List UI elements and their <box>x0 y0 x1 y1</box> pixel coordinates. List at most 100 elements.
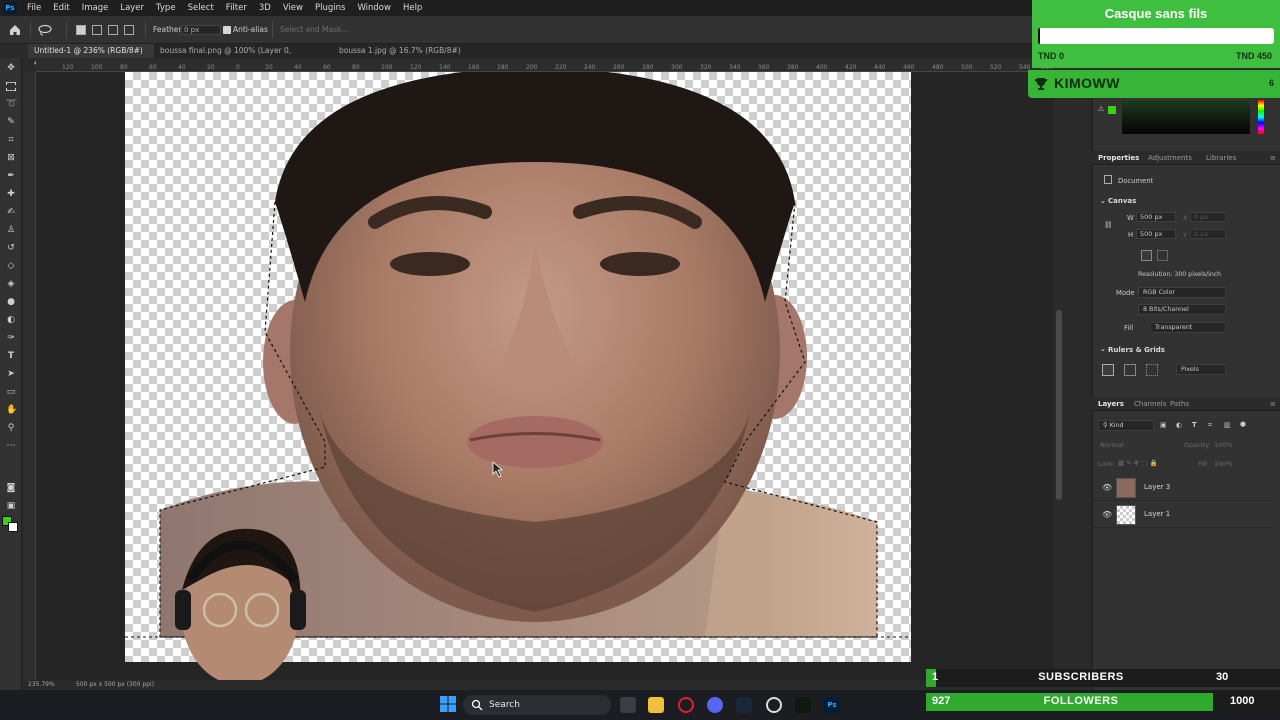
steam-icon[interactable] <box>736 697 752 713</box>
frame-tool-icon[interactable]: ⊠ <box>6 154 16 163</box>
filter-smart-icon[interactable]: ▥ <box>1224 421 1230 429</box>
vertical-scrollbar[interactable] <box>1056 310 1062 500</box>
grid-toggle-icon[interactable] <box>1124 364 1136 376</box>
filter-adjust-icon[interactable]: ◐ <box>1176 421 1182 429</box>
windows-start-icon[interactable] <box>440 696 456 712</box>
feather-input[interactable]: 0 px <box>181 25 221 35</box>
tab-properties[interactable]: Properties <box>1092 151 1145 165</box>
hue-slider[interactable] <box>1258 100 1264 134</box>
home-icon[interactable] <box>8 23 22 37</box>
menu-edit[interactable]: Edit <box>47 0 75 16</box>
quick-select-tool-icon[interactable]: ✎ <box>6 118 16 127</box>
portrait-orientation-icon[interactable] <box>1141 250 1152 261</box>
filter-shape-icon[interactable]: ⌗ <box>1208 421 1212 430</box>
color-picker-field[interactable] <box>1122 100 1250 134</box>
link-dimensions-icon[interactable]: ⛓ <box>1104 221 1113 229</box>
menu-window[interactable]: Window <box>351 0 397 16</box>
move-tool-icon[interactable]: ✥ <box>6 64 16 73</box>
filter-type-icon[interactable]: T <box>1192 421 1197 429</box>
more-tools-icon[interactable]: ⋯ <box>6 442 16 451</box>
landscape-orientation-icon[interactable] <box>1157 250 1168 261</box>
type-tool-icon[interactable]: T <box>6 352 16 361</box>
menu-plugins[interactable]: Plugins <box>309 0 351 16</box>
bit-depth-select[interactable]: 8 Bits/Channel <box>1138 304 1226 315</box>
menu-file[interactable]: File <box>21 0 47 16</box>
new-selection-icon[interactable] <box>76 25 86 35</box>
menu-3d[interactable]: 3D <box>253 0 277 16</box>
screen-mode-icon[interactable]: ▣ <box>6 502 16 511</box>
panel-menu-icon[interactable]: ≡ <box>1264 151 1280 165</box>
layer-row-layer-1[interactable]: 👁 Layer 1 <box>1092 502 1272 528</box>
path-select-icon[interactable]: ➤ <box>6 370 16 379</box>
color-swatch[interactable] <box>1108 106 1116 114</box>
zoom-level[interactable]: 235.79% <box>28 680 55 690</box>
discord-icon[interactable] <box>707 697 723 713</box>
eraser-tool-icon[interactable]: ◇ <box>6 262 16 271</box>
ruler-toggle-icon[interactable] <box>1102 364 1114 376</box>
background-color-swatch[interactable] <box>8 522 18 532</box>
tab-boussa-final[interactable]: boussa final.png @ 100% (Layer 0, RGB/8#… <box>154 44 332 69</box>
layer-filter-kind[interactable]: ⚲ Kind <box>1098 420 1154 431</box>
menu-type[interactable]: Type <box>150 0 182 16</box>
visibility-eye-icon[interactable]: 👁 <box>1102 483 1112 492</box>
units-select[interactable]: Pixels <box>1176 364 1226 375</box>
mode-select[interactable]: RGB Color <box>1138 287 1226 298</box>
tab-untitled-1[interactable]: Untitled-1 @ 236% (RGB/8#) *× <box>28 44 154 69</box>
subtract-selection-icon[interactable] <box>108 25 118 35</box>
task-view-icon[interactable] <box>620 697 636 713</box>
intersect-selection-icon[interactable] <box>124 25 134 35</box>
history-brush-icon[interactable]: ↺ <box>6 244 16 253</box>
shape-tool-icon[interactable]: ▭ <box>6 388 16 397</box>
brush-tool-icon[interactable]: ✍ <box>6 208 16 217</box>
stamp-tool-icon[interactable]: ♙ <box>6 226 16 235</box>
tab-boussa-1[interactable]: boussa 1.jpg @ 16.7% (RGB/8#) *× <box>333 44 473 69</box>
select-and-mask-button[interactable]: Select and Mask... <box>280 25 349 34</box>
terminal-icon[interactable] <box>795 697 811 713</box>
guides-toggle-icon[interactable] <box>1146 364 1158 376</box>
crop-tool-icon[interactable]: ⌗ <box>6 136 16 145</box>
opera-icon[interactable] <box>678 697 694 713</box>
blend-mode-select[interactable]: Normal <box>1100 441 1124 449</box>
layer-row-layer-3[interactable]: 👁 Layer 3 <box>1092 475 1272 501</box>
lasso-tool-icon[interactable]: ➰ <box>6 100 17 109</box>
fill-value[interactable]: 100% <box>1214 460 1233 468</box>
filter-image-icon[interactable]: ▣ <box>1160 421 1166 429</box>
tab-layers[interactable]: Layers <box>1092 397 1130 411</box>
hand-tool-icon[interactable]: ✋ <box>6 406 17 415</box>
panel-menu-icon[interactable]: ≡ <box>1264 397 1280 411</box>
chrome-icon[interactable] <box>766 697 782 713</box>
eyedropper-tool-icon[interactable]: ✒ <box>6 172 16 181</box>
x-input[interactable]: 0 px <box>1190 212 1226 222</box>
width-input[interactable]: 500 px <box>1136 212 1176 222</box>
filter-toggle-icon[interactable]: ● <box>1240 420 1246 428</box>
lasso-icon[interactable] <box>37 24 53 36</box>
photoshop-taskbar-icon[interactable]: Ps <box>824 697 840 713</box>
menu-help[interactable]: Help <box>397 0 428 16</box>
fill-select[interactable]: Transparent <box>1150 322 1226 333</box>
tab-paths[interactable]: Paths <box>1164 397 1195 411</box>
pen-tool-icon[interactable]: ✑ <box>6 334 16 343</box>
zoom-tool-icon[interactable]: ⚲ <box>6 424 16 433</box>
opacity-value[interactable]: 100% <box>1214 441 1233 449</box>
healing-brush-icon[interactable]: ✚ <box>6 190 16 199</box>
menu-layer[interactable]: Layer <box>114 0 150 16</box>
dodge-tool-icon[interactable]: ◐ <box>6 316 16 325</box>
collapse-chevron-icon[interactable]: ⌄ <box>1100 197 1106 205</box>
paint-bucket-icon[interactable]: ◈ <box>6 280 16 289</box>
add-selection-icon[interactable] <box>92 25 102 35</box>
tab-libraries[interactable]: Libraries <box>1200 151 1242 165</box>
marquee-tool-icon[interactable] <box>6 82 16 91</box>
anti-alias-checkbox[interactable] <box>223 26 231 34</box>
quick-mask-icon[interactable]: ◙ <box>6 484 16 493</box>
lock-icons[interactable]: ▦ ✎ ✥ ⬚ 🔒 <box>1118 459 1158 467</box>
tab-adjustments[interactable]: Adjustments <box>1142 151 1198 165</box>
taskbar-search[interactable]: Search <box>463 695 611 715</box>
y-input[interactable]: 0 px <box>1190 229 1226 239</box>
file-explorer-icon[interactable] <box>648 697 664 713</box>
blur-tool-icon[interactable]: ● <box>6 298 16 307</box>
menu-image[interactable]: Image <box>76 0 115 16</box>
visibility-eye-icon[interactable]: 👁 <box>1102 510 1112 519</box>
height-input[interactable]: 500 px <box>1136 229 1176 239</box>
menu-view[interactable]: View <box>277 0 309 16</box>
menu-filter[interactable]: Filter <box>220 0 253 16</box>
